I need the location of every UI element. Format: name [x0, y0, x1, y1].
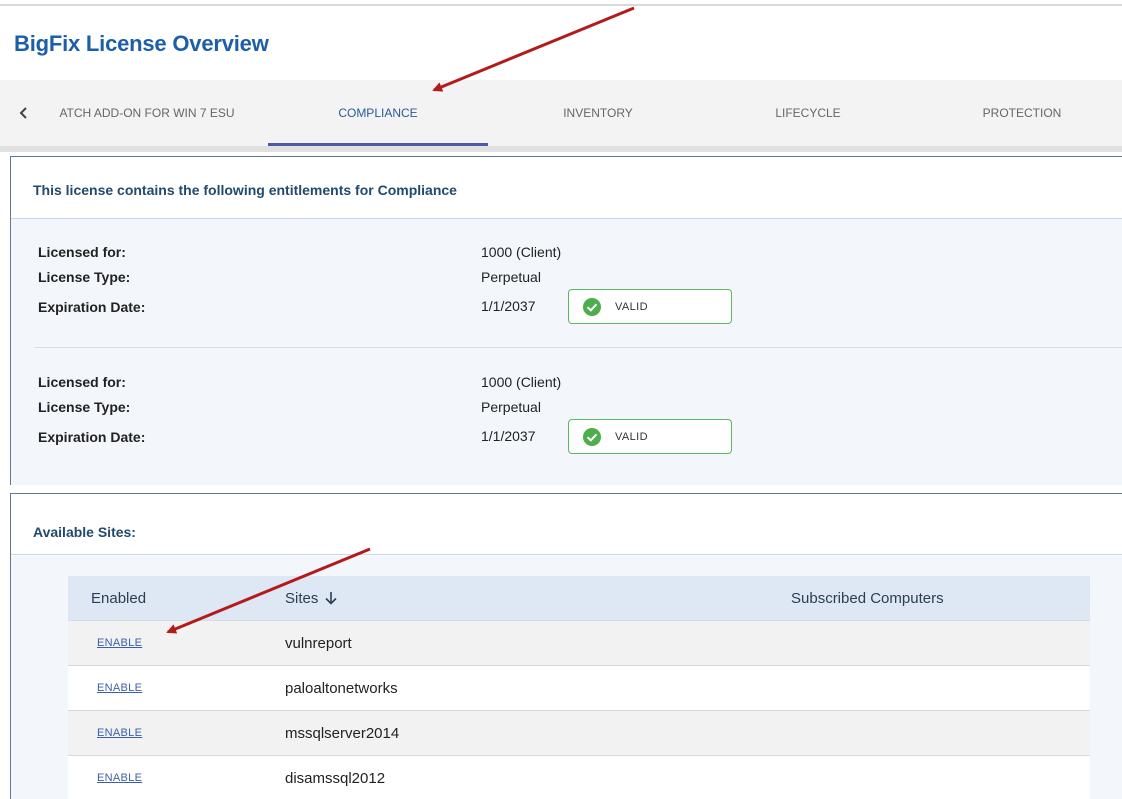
enable-link[interactable]: ENABLE — [97, 637, 142, 649]
site-name: vulnreport — [285, 635, 352, 652]
tab-patch-add-on-win7-esu[interactable]: ATCH ADD-ON FOR WIN 7 ESU — [36, 80, 258, 146]
sites-table: Enabled Sites Subscribed Computers ENABL… — [68, 576, 1090, 799]
table-row: ENABLE vulnreport — [68, 621, 1090, 666]
table-row: ENABLE disamssql2012 — [68, 756, 1090, 799]
license-type-label: License Type: — [38, 269, 131, 285]
expiration-date-value: 1/1/2037 — [481, 298, 536, 314]
table-header: Enabled Sites Subscribed Computers — [68, 576, 1090, 621]
license-type-value: Perpetual — [481, 269, 541, 285]
chevron-left-icon[interactable] — [16, 104, 32, 122]
status-badge: VALID — [568, 419, 732, 454]
entitlement-item: Licensed for: License Type: Expiration D… — [11, 219, 1122, 349]
table-row: ENABLE mssqlserver2014 — [68, 711, 1090, 756]
check-circle-icon — [583, 428, 601, 446]
expiration-date-label: Expiration Date: — [38, 429, 146, 445]
tab-inventory[interactable]: INVENTORY — [488, 80, 708, 146]
status-badge: VALID — [568, 289, 732, 324]
sites-column-header[interactable]: Sites — [285, 590, 338, 607]
top-divider — [0, 4, 1122, 6]
enable-link[interactable]: ENABLE — [97, 727, 142, 739]
license-type-value: Perpetual — [481, 399, 541, 415]
expiration-date-label: Expiration Date: — [38, 299, 146, 315]
available-sites-header: Available Sites: — [11, 494, 1122, 555]
status-text: VALID — [615, 431, 648, 443]
enable-link[interactable]: ENABLE — [97, 772, 142, 784]
site-name: disamssql2012 — [285, 770, 386, 787]
entitlements-header: This license contains the following enti… — [11, 157, 1122, 219]
tab-lifecycle[interactable]: LIFECYCLE — [698, 80, 918, 146]
tab-compliance[interactable]: COMPLIANCE — [268, 80, 488, 146]
entitlements-panel: This license contains the following enti… — [10, 156, 1122, 485]
available-sites-heading: Available Sites: — [33, 524, 136, 540]
check-circle-icon — [583, 298, 601, 316]
annotation-arrow-icon — [432, 6, 635, 92]
tab-protection[interactable]: PROTECTION — [922, 80, 1122, 146]
available-sites-body: Enabled Sites Subscribed Computers ENABL… — [11, 556, 1122, 799]
sites-column-label: Sites — [285, 590, 319, 607]
entitlements-body: Licensed for: License Type: Expiration D… — [11, 219, 1122, 485]
entitlements-heading: This license contains the following enti… — [33, 182, 457, 198]
license-type-label: License Type: — [38, 399, 131, 415]
licensed-for-value: 1000 (Client) — [481, 374, 562, 390]
active-tab-indicator — [268, 143, 488, 146]
licensed-for-value: 1000 (Client) — [481, 244, 562, 260]
tab-bar-divider — [0, 146, 1122, 152]
entitlement-item: Licensed for: License Type: Expiration D… — [11, 349, 1122, 479]
subscribed-computers-column-header[interactable]: Subscribed Computers — [791, 590, 944, 607]
site-name: paloaltonetworks — [285, 680, 398, 697]
licensed-for-label: Licensed for: — [38, 244, 126, 260]
available-sites-panel: Available Sites: Enabled Sites Subscribe… — [10, 493, 1122, 799]
enable-link[interactable]: ENABLE — [97, 682, 142, 694]
arrow-down-icon — [325, 592, 337, 605]
site-name: mssqlserver2014 — [285, 725, 400, 742]
page-title: BigFix License Overview — [14, 31, 269, 56]
status-text: VALID — [615, 301, 648, 313]
table-row: ENABLE paloaltonetworks — [68, 666, 1090, 711]
expiration-date-value: 1/1/2037 — [481, 428, 536, 444]
entitlement-divider — [35, 347, 1122, 348]
licensed-for-label: Licensed for: — [38, 374, 126, 390]
enabled-column-header[interactable]: Enabled — [91, 590, 146, 607]
